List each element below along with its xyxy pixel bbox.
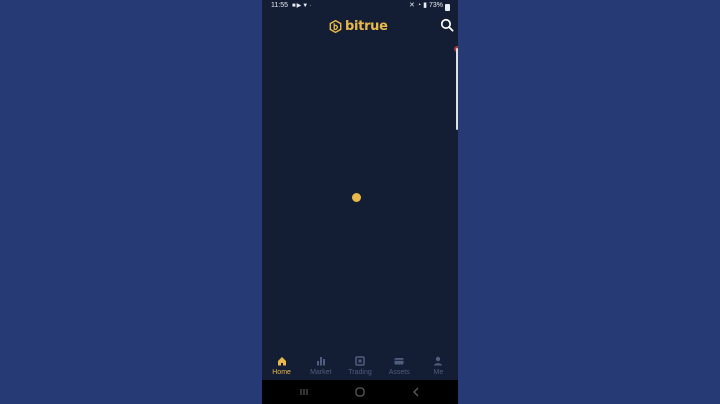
status-time: 11:55: [271, 2, 288, 9]
status-bar: 11:55 ■▶▼· ✕ ◔ ▮ 73%: [262, 0, 458, 12]
nav-item-me[interactable]: Me: [419, 352, 458, 380]
nav-label-home: Home: [272, 369, 291, 376]
status-system-icons: ✕ ◔ ▮ 73%: [409, 0, 450, 12]
trading-icon: [355, 356, 365, 366]
nav-label-market: Market: [310, 369, 332, 376]
signal-icon: ▮: [423, 2, 427, 9]
more-icon: ·: [309, 3, 313, 9]
home-icon: [277, 357, 286, 366]
nav-label-me: Me: [433, 369, 444, 376]
status-notification-icons: ■▶▼·: [292, 0, 312, 12]
nav-label-assets: Assets: [388, 369, 410, 376]
logo-text: bitrue: [345, 18, 388, 34]
battery-level: 73%: [428, 2, 443, 9]
mute-icon: ✕: [409, 2, 415, 9]
scroll-indicator: [456, 48, 458, 130]
bottom-nav: Home Market Trading Assets Me: [262, 352, 458, 380]
nav-item-trading[interactable]: Trading: [340, 352, 379, 380]
back-icon[interactable]: [410, 386, 422, 398]
nav-item-market[interactable]: Market: [301, 352, 340, 380]
app-header: bitrue: [262, 12, 458, 40]
market-icon: [316, 357, 325, 366]
logo-mark-icon: [329, 19, 342, 33]
loading-dot: [352, 193, 361, 202]
wifi-icon: ◔: [416, 2, 422, 9]
nav-item-home[interactable]: Home: [262, 352, 301, 380]
bitrue-logo: bitrue: [329, 18, 388, 34]
phone-screen: 11:55 ■▶▼· ✕ ◔ ▮ 73% bitrue Home Market …: [262, 0, 458, 404]
search-icon[interactable]: [440, 18, 454, 32]
system-nav-bar: [262, 380, 458, 404]
nav-label-trading: Trading: [348, 369, 372, 376]
nav-item-assets[interactable]: Assets: [380, 352, 419, 380]
battery-icon: [445, 3, 450, 11]
assets-icon: [394, 358, 404, 365]
me-icon: [434, 356, 443, 366]
recent-apps-icon[interactable]: [298, 386, 310, 398]
home-button-icon[interactable]: [354, 386, 366, 398]
